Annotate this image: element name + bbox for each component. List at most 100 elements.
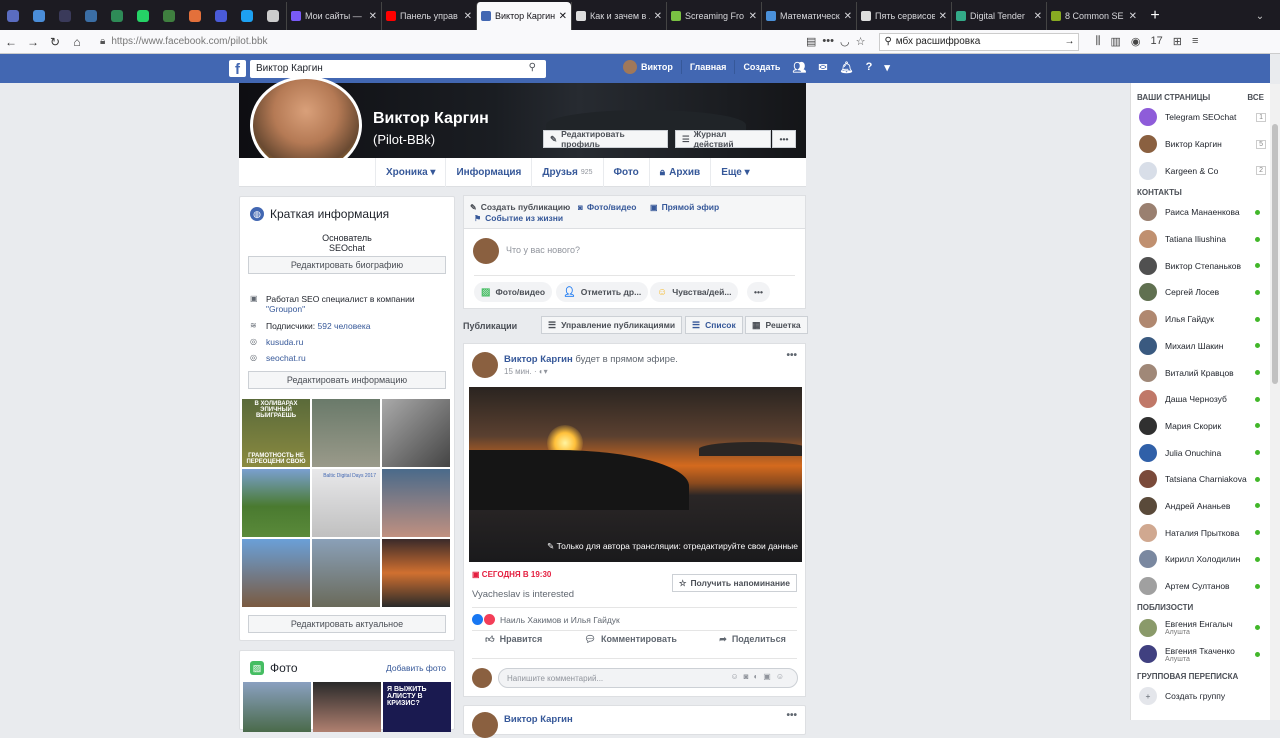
live-video-preview[interactable]: ✎ Только для автора трансляции: отредакт…	[469, 387, 802, 562]
tab-photos[interactable]: Фото	[602, 157, 649, 187]
feeling-button[interactable]: ☺ Чувства/дей...	[650, 282, 739, 302]
page-scrollbar[interactable]	[1270, 84, 1280, 720]
close-tab-icon[interactable]: ✕	[844, 11, 852, 22]
address-bar[interactable]: 🔒︎ https://www.facebook.com/pilot.bbk	[96, 33, 786, 51]
browser-tab[interactable]: Мои сайты — ✕	[286, 2, 381, 30]
account-icon[interactable]: ◉	[1131, 35, 1141, 48]
notifications-icon[interactable]: 🔔︎	[840, 61, 854, 74]
tab-list-menu-icon[interactable]: ⌄	[1240, 2, 1280, 30]
featured-photo[interactable]	[382, 399, 450, 467]
facebook-logo-icon[interactable]: f	[229, 60, 246, 78]
photo-thumb[interactable]	[313, 682, 381, 732]
pinned-tab[interactable]	[156, 2, 182, 30]
post-options-icon[interactable]: •••	[786, 710, 797, 721]
close-tab-icon[interactable]: ✕	[369, 11, 377, 22]
search-icon[interactable]: ⚲	[529, 62, 536, 73]
tab-archive[interactable]: 🔒︎ Архив	[648, 157, 710, 187]
messenger-icon[interactable]: ✉︎	[818, 61, 827, 74]
browser-tab[interactable]: Digital Tender ✕	[951, 2, 1046, 30]
pinned-tab[interactable]	[182, 2, 208, 30]
followers-link[interactable]: 592 человека	[318, 321, 371, 331]
close-tab-icon[interactable]: ✕	[464, 11, 472, 22]
new-tab-button[interactable]: +	[1141, 2, 1169, 30]
avatar[interactable]	[472, 352, 498, 378]
pocket-icon[interactable]: ◡	[840, 35, 850, 48]
browser-tab[interactable]: Виктор Каргин ✕	[476, 2, 571, 30]
create-group-button[interactable]: + Создать группу	[1131, 683, 1270, 710]
photo-video-button[interactable]: ▨ Фото/видео	[474, 282, 553, 302]
post-time[interactable]: 15 мин. · ◐▾	[504, 367, 548, 376]
manage-posts-button[interactable]: ☰ Управление публикациями	[541, 316, 683, 334]
site2-link[interactable]: seochat.ru	[266, 353, 306, 363]
list-view-button[interactable]: ☰ Список	[685, 316, 743, 334]
user-avatar[interactable]	[623, 60, 637, 74]
contact-item[interactable]: Раиса Манаенкова	[1131, 199, 1270, 226]
tab-info[interactable]: Информация	[445, 157, 531, 187]
photo-video-tab[interactable]: ◙ Фото/видео	[578, 202, 636, 212]
post-author-link[interactable]: Виктор Каргин	[504, 354, 573, 365]
photos-card-title[interactable]: Фото	[270, 661, 298, 675]
audience-icon[interactable]: ◐▾	[539, 367, 548, 376]
comment-button[interactable]: 💬︎ Комментировать	[585, 634, 677, 645]
featured-photo[interactable]	[312, 399, 380, 467]
more-options-button[interactable]: •••	[772, 130, 796, 148]
library-icon[interactable]: ⫼	[1095, 35, 1100, 48]
pinned-tab[interactable]	[234, 2, 260, 30]
close-tab-icon[interactable]: ✕	[939, 11, 947, 22]
pages-all-link[interactable]: ВСЕ	[1247, 93, 1264, 102]
home-link[interactable]: Главная	[690, 62, 727, 72]
contact-item[interactable]: Кирилл Холодилин	[1131, 546, 1270, 573]
edit-info-button[interactable]: Редактировать информацию	[248, 371, 446, 389]
create-post-tab[interactable]: ✎ Создать публикацию	[470, 202, 570, 212]
featured-photo[interactable]	[382, 539, 450, 607]
composer-input[interactable]: Что у вас нового?	[506, 245, 580, 255]
nearby-item[interactable]: Евгения Ткаченко Алушта	[1131, 641, 1270, 668]
nearby-item[interactable]: Евгения Енгалыч Алушта	[1131, 614, 1270, 641]
edit-profile-button[interactable]: ✎ Редактировать профиль	[543, 129, 668, 149]
close-tab-icon[interactable]: ✕	[1129, 11, 1137, 22]
reader-icon[interactable]: ▤	[806, 35, 816, 48]
contact-item[interactable]: Илья Гайдук	[1131, 306, 1270, 333]
featured-photo[interactable]: В ХОЛИВАРАХ ЭПИЧНЫЙ ВЫИГРАЕШЬ ГРАМОТНОСТЬ…	[242, 399, 310, 467]
pinned-tab[interactable]	[130, 2, 156, 30]
contact-item[interactable]: Артем Султанов	[1131, 573, 1270, 600]
scrollbar-thumb[interactable]	[1272, 124, 1278, 384]
contact-item[interactable]: Tatiana Iliushina	[1131, 226, 1270, 253]
contact-item[interactable]: Виталий Кравцов	[1131, 359, 1270, 386]
pinned-tab[interactable]	[26, 2, 52, 30]
contact-item[interactable]: Виктор Степаньков	[1131, 252, 1270, 279]
share-button[interactable]: ➦ Поделиться	[719, 634, 786, 645]
sidebar-icon[interactable]: ▥	[1111, 35, 1121, 48]
video-caption[interactable]: ✎ Только для автора трансляции: отредакт…	[547, 541, 798, 552]
contact-item[interactable]: Tatsiana Charniakova	[1131, 466, 1270, 493]
edit-featured-button[interactable]: Редактировать актуальное	[248, 615, 446, 633]
forward-button[interactable]: →	[22, 35, 44, 49]
live-tab[interactable]: ▣ Прямой эфир	[650, 202, 719, 212]
pinned-tab[interactable]	[260, 2, 286, 30]
more-icon[interactable]: •••	[822, 35, 834, 48]
settings-dropdown-icon[interactable]: ▾	[884, 61, 890, 74]
close-tab-icon[interactable]: ✕	[559, 11, 567, 22]
browser-tab[interactable]: Screaming Fro ✕	[666, 2, 761, 30]
help-icon[interactable]: ?	[866, 61, 873, 73]
browser-tab[interactable]: Пять сервисов ✕	[856, 2, 951, 30]
page-item[interactable]: Kargeen & Co 2	[1131, 157, 1270, 184]
back-button[interactable]: ←	[0, 35, 22, 49]
browser-tab[interactable]: Панель управ ✕	[381, 2, 476, 30]
post-options-icon[interactable]: •••	[786, 350, 797, 361]
extensions-icon[interactable]: ⊞	[1173, 35, 1182, 48]
bookmark-star-icon[interactable]: ☆	[856, 35, 866, 48]
life-event-tab[interactable]: ⚑ Событие из жизни	[474, 213, 563, 223]
close-tab-icon[interactable]: ✕	[1034, 11, 1042, 22]
profile-name[interactable]: Виктор Каргин	[373, 110, 489, 128]
featured-photo[interactable]	[242, 539, 310, 607]
grid-view-button[interactable]: ▦ Решетка	[745, 316, 808, 334]
search-go-icon[interactable]: →	[1064, 36, 1074, 47]
tab-chronicle[interactable]: Хроника ▾	[375, 157, 445, 187]
browser-tab[interactable]: Математическ ✕	[761, 2, 856, 30]
contact-item[interactable]: Мария Скорик	[1131, 413, 1270, 440]
contact-item[interactable]: Андрей Ананьев	[1131, 493, 1270, 520]
pinned-tab[interactable]	[0, 2, 26, 30]
pinned-tab[interactable]	[104, 2, 130, 30]
tag-friends-button[interactable]: 👤︎ Отметить др...	[556, 282, 649, 302]
